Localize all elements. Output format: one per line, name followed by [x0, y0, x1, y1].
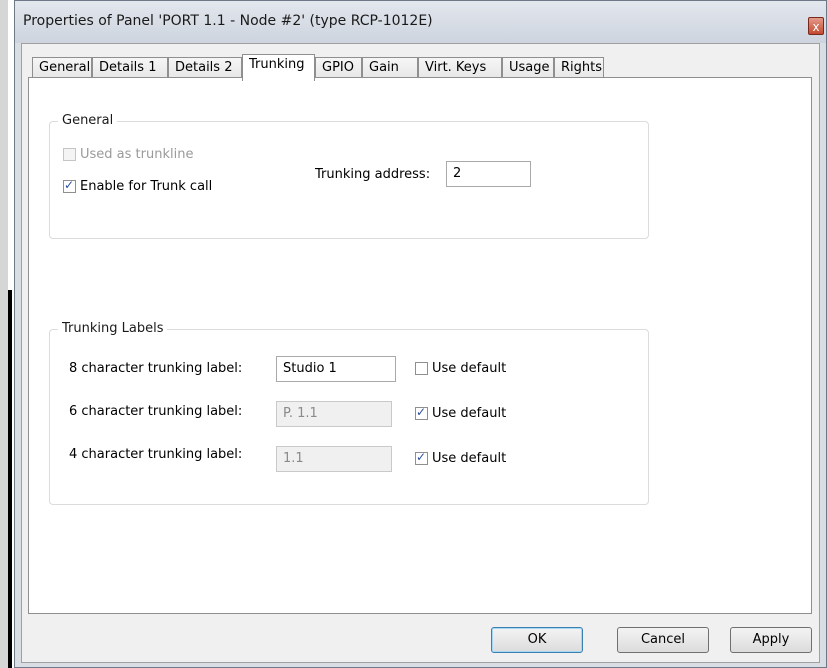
- trunking-address-input[interactable]: 2: [446, 161, 531, 187]
- used-as-trunkline-label: Used as trunkline: [80, 147, 194, 162]
- label-6char-use-default-checkbox[interactable]: Use default: [415, 405, 507, 421]
- enable-trunk-call-checkbox[interactable]: Enable for Trunk call: [63, 178, 213, 194]
- label-4char-use-default-box[interactable]: [415, 450, 428, 465]
- label-8char-input[interactable]: Studio 1: [276, 356, 396, 382]
- label-6char-input[interactable]: P. 1.1: [276, 401, 392, 427]
- label-4char-use-default-label: Use default: [432, 451, 507, 466]
- general-groupbox: General Used as trunkline Enable for Tru…: [49, 113, 649, 239]
- tab-rights[interactable]: Rights: [554, 57, 604, 79]
- label-8char-caption: 8 character trunking label:: [69, 361, 243, 376]
- trunking-labels-group-title: Trunking Labels: [58, 321, 168, 336]
- label-6char-use-default-label: Use default: [432, 406, 507, 421]
- label-8char-use-default-checkbox[interactable]: Use default: [415, 361, 506, 376]
- label-4char-input[interactable]: 1.1: [276, 446, 392, 472]
- label-6char-use-default-box[interactable]: [415, 405, 428, 420]
- enable-trunk-call-label: Enable for Trunk call: [80, 179, 213, 194]
- tab-general[interactable]: General: [32, 57, 92, 79]
- background-window-edge: [0, 0, 12, 668]
- label-8char-use-default-label: Use default: [432, 361, 507, 376]
- close-button[interactable]: x: [808, 17, 824, 35]
- label-6char-caption: 6 character trunking label:: [69, 404, 243, 419]
- trunking-labels-groupbox: Trunking Labels 8 character trunking lab…: [49, 321, 649, 505]
- enable-trunk-call-box[interactable]: [63, 178, 76, 193]
- general-group-title: General: [58, 113, 118, 128]
- tab-details-1[interactable]: Details 1: [92, 57, 168, 79]
- window-edge-bar: [8, 290, 12, 668]
- cancel-button[interactable]: Cancel: [617, 627, 709, 653]
- tab-gpio[interactable]: GPIO: [315, 57, 362, 79]
- tab-trunking[interactable]: Trunking: [242, 54, 315, 81]
- close-icon: x: [812, 20, 820, 34]
- label-4char-use-default-checkbox[interactable]: Use default: [415, 450, 507, 466]
- label-4char-caption: 4 character trunking label:: [69, 447, 243, 462]
- trunking-tab-panel: General Used as trunkline Enable for Tru…: [28, 77, 812, 614]
- label-8char-use-default-box[interactable]: [415, 362, 428, 375]
- apply-button[interactable]: Apply: [730, 627, 812, 653]
- used-as-trunkline-box: [63, 148, 76, 161]
- used-as-trunkline-checkbox: Used as trunkline: [63, 147, 193, 162]
- properties-dialog: Properties of Panel 'PORT 1.1 - Node #2'…: [14, 0, 827, 668]
- tab-usage[interactable]: Usage: [502, 57, 554, 79]
- tab-gain[interactable]: Gain: [362, 57, 418, 79]
- trunking-address-label: Trunking address:: [315, 167, 431, 182]
- dialog-client-area: General Details 1 Details 2 Trunking GPI…: [21, 43, 820, 663]
- window-title: Properties of Panel 'PORT 1.1 - Node #2'…: [23, 13, 433, 29]
- title-bar[interactable]: Properties of Panel 'PORT 1.1 - Node #2'…: [15, 1, 826, 43]
- ok-button[interactable]: OK: [491, 627, 583, 653]
- tab-details-2[interactable]: Details 2: [168, 57, 242, 79]
- tab-virt-keys[interactable]: Virt. Keys: [418, 57, 502, 79]
